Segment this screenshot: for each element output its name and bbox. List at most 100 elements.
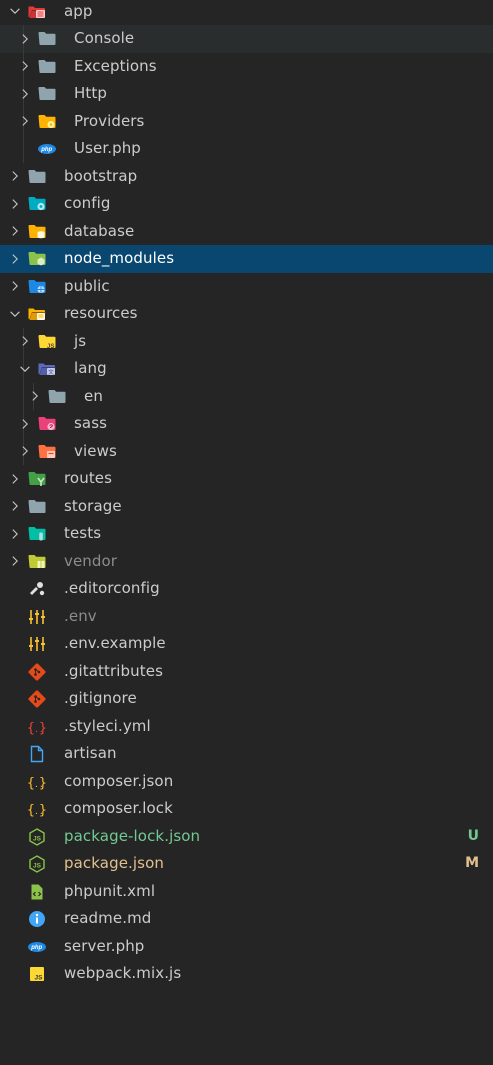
tree-folder-js[interactable]: JS js (0, 327, 493, 356)
chevron-right-icon[interactable] (7, 493, 23, 521)
tree-file-user-php[interactable]: php User.php (0, 135, 493, 163)
tree-item-label: sass (74, 414, 108, 432)
chevron-right-icon[interactable] (7, 273, 23, 301)
tree-folder-config[interactable]: config (0, 190, 493, 218)
tree-folder-sass[interactable]: sass (0, 410, 493, 438)
tree-folder-resources[interactable]: resources (0, 300, 493, 328)
tree-file-package-json[interactable]: JS package.json M (0, 850, 493, 878)
tree-folder-lang[interactable]: 文 lang (0, 355, 493, 383)
chevron-down-icon[interactable] (17, 355, 33, 383)
tree-file-server-php[interactable]: php server.php (0, 933, 493, 961)
folder-app-icon (27, 2, 47, 22)
chevron-right-icon[interactable] (17, 438, 33, 466)
tree-item-label: en (84, 386, 103, 405)
chevron-right-icon[interactable] (7, 520, 23, 548)
chevron-right-icon[interactable] (7, 163, 23, 191)
tree-folder-storage[interactable]: storage (0, 493, 493, 521)
tree-folder-views[interactable]: views (0, 437, 493, 466)
tree-item-label: storage (64, 496, 122, 515)
folder-database-icon (27, 222, 47, 242)
tree-item-label: .env.example (64, 634, 166, 652)
tree-folder-console[interactable]: Console (0, 25, 493, 53)
tree-file-gitattributes[interactable]: .gitattributes (0, 658, 493, 686)
tree-file-artisan[interactable]: artisan (0, 740, 493, 768)
indent-guide (23, 382, 24, 410)
chevron-right-icon[interactable] (7, 465, 23, 493)
tree-folder-database[interactable]: database (0, 218, 493, 246)
chevron-right-icon[interactable] (17, 25, 33, 53)
chevron-right-icon[interactable] (17, 80, 33, 108)
document-icon (27, 744, 47, 764)
tree-folder-providers[interactable]: Providers (0, 107, 493, 136)
tree-item-label: artisan (64, 744, 117, 762)
tree-file-env[interactable]: .env (0, 603, 493, 631)
tree-item-label: vendor (64, 551, 118, 570)
tree-folder-app[interactable]: app (0, 0, 493, 25)
chevron-right-icon[interactable] (7, 548, 23, 576)
tree-item-label: .editorconfig (64, 579, 160, 597)
git-icon (27, 662, 47, 682)
php-file-icon: php (27, 937, 47, 957)
tree-file-env-example[interactable]: .env.example (0, 630, 493, 658)
chevron-right-icon[interactable] (7, 190, 23, 218)
tree-folder-routes[interactable]: routes (0, 465, 493, 493)
tree-item-label: package-lock.json (64, 826, 201, 845)
json-braces-icon: {}.. (27, 799, 47, 819)
tree-item-label: Http (74, 84, 107, 102)
indent-guide (23, 135, 24, 163)
chevron-right-icon[interactable] (7, 245, 23, 273)
svg-text:..: .. (34, 807, 44, 816)
tree-file-webpack-mix-js[interactable]: JS webpack.mix.js (0, 960, 493, 988)
chevron-right-icon[interactable] (17, 328, 33, 356)
tree-file-composer-lock[interactable]: {}.. composer.lock (0, 795, 493, 823)
tree-item-label: tests (64, 524, 102, 542)
env-tune-icon (27, 634, 47, 654)
folder-providers-icon (37, 112, 57, 132)
tree-folder-vendor[interactable]: vendor (0, 548, 493, 576)
xml-icon (27, 882, 47, 902)
tree-file-styleci-yml[interactable]: {}.. .styleci.yml (0, 713, 493, 741)
tree-item-label: Exceptions (74, 56, 157, 75)
svg-text:php: php (40, 147, 52, 153)
tree-folder-public[interactable]: public (0, 273, 493, 301)
nodejs-icon: JS (27, 854, 47, 874)
chevron-right-icon[interactable] (7, 218, 23, 246)
tree-file-package-lock-json[interactable]: JS package-lock.json U (0, 823, 493, 851)
tree-item-label: .styleci.yml (64, 716, 151, 735)
chevron-right-icon[interactable] (17, 108, 33, 136)
tree-item-label: webpack.mix.js (64, 964, 182, 982)
chevron-right-icon[interactable] (17, 53, 33, 81)
tree-folder-exceptions[interactable]: Exceptions (0, 52, 493, 81)
tree-folder-http[interactable]: Http (0, 80, 493, 108)
tree-folder-en[interactable]: en (0, 382, 493, 411)
tree-item-label: readme.md (64, 909, 152, 927)
folder-icon (47, 387, 67, 407)
chevron-down-icon[interactable] (7, 0, 23, 25)
tree-item-label: .gitignore (64, 689, 137, 707)
tree-file-editorconfig[interactable]: .editorconfig (0, 575, 493, 603)
folder-icon (27, 167, 47, 187)
tree-folder-bootstrap[interactable]: bootstrap (0, 163, 493, 191)
chevron-right-icon[interactable] (27, 383, 43, 411)
tree-file-readme-md[interactable]: readme.md (0, 905, 493, 933)
tree-folder-tests[interactable]: tests (0, 520, 493, 548)
tree-file-gitignore[interactable]: .gitignore (0, 685, 493, 713)
tree-item-label: bootstrap (64, 166, 138, 185)
folder-public-icon (27, 277, 47, 297)
chevron-down-icon[interactable] (7, 300, 23, 328)
tree-item-label: server.php (64, 936, 145, 955)
tree-file-phpunit-xml[interactable]: phpunit.xml (0, 878, 493, 906)
env-tune-icon (27, 607, 47, 627)
tree-item-label: phpunit.xml (64, 881, 156, 900)
tree-item-label: .env (64, 606, 97, 625)
svg-text:JS: JS (33, 863, 42, 870)
chevron-right-icon[interactable] (17, 410, 33, 438)
nodejs-icon: JS (27, 827, 47, 847)
folder-icon (27, 497, 47, 517)
tree-file-composer-json[interactable]: {}.. composer.json (0, 768, 493, 796)
yaml-braces-icon: {}.. (27, 717, 47, 737)
folder-icon (37, 29, 57, 49)
json-braces-icon: {}.. (27, 772, 47, 792)
tree-folder-node-modules[interactable]: node_modules (0, 245, 493, 273)
tree-item-label: lang (74, 359, 107, 377)
